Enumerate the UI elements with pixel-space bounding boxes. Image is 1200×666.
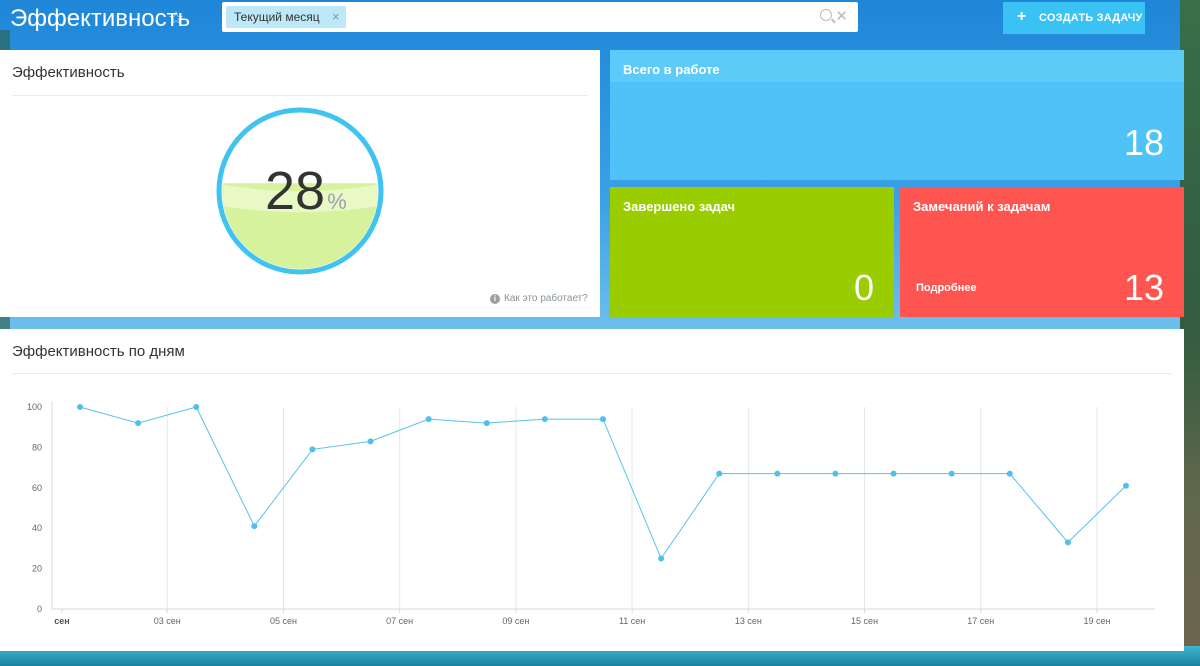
y-tick-label: 0 (37, 604, 42, 614)
tile-done[interactable]: Завершено задач 0 (610, 187, 894, 317)
x-tick-label: 03 сен (154, 616, 181, 626)
daily-efficiency-card: Эффективность по дням 0 20 40 60 80 100 сен 03 … (0, 329, 1184, 651)
data-point (483, 420, 490, 427)
data-point (309, 446, 316, 453)
gauge-percent-sign: % (327, 189, 347, 214)
how-it-works-label: Как это работает? (504, 293, 588, 304)
data-point (367, 438, 374, 445)
data-point (774, 470, 781, 477)
filter-chip[interactable]: Текущий месяц × (226, 6, 346, 28)
data-point (135, 420, 142, 427)
x-tick-label: сен (54, 616, 69, 626)
data-point (1123, 482, 1129, 489)
data-point (890, 470, 897, 477)
x-tick-label: 19 сен (1084, 616, 1111, 626)
y-tick-label: 100 (27, 402, 42, 412)
y-tick-label: 20 (32, 564, 42, 574)
efficiency-card: Эффективность 28 % i Как это работает? (0, 50, 600, 317)
data-point (832, 470, 839, 477)
data-point (193, 404, 200, 410)
create-task-button[interactable]: + Создать задачу (1003, 2, 1145, 34)
data-point (425, 416, 432, 423)
tile-done-title: Завершено задач (623, 199, 736, 214)
page-title: Эффективность (10, 5, 191, 32)
data-point (600, 416, 606, 423)
data-point (948, 470, 955, 477)
filter-search-box[interactable]: Текущий месяц × ✕ (222, 2, 858, 32)
search-icon[interactable] (820, 9, 832, 21)
tile-in-work-title: Всего в работе (623, 62, 720, 77)
clear-icon[interactable]: ✕ (835, 7, 848, 25)
tile-in-work[interactable]: Всего в работе 18 (610, 50, 1184, 180)
x-tick-label: 15 сен (851, 616, 878, 626)
data-point (541, 416, 548, 423)
x-tick-label: 07 сен (386, 616, 413, 626)
data-point (716, 470, 723, 477)
tile-remarks[interactable]: Замечаний к задачам Подробнее 13 (900, 187, 1184, 317)
series-line (79, 406, 1127, 560)
data-point (77, 404, 83, 410)
favorite-star-icon[interactable]: ☆ (168, 8, 184, 29)
data-point (251, 523, 258, 530)
divider (12, 373, 1172, 374)
y-tick-label: 80 (32, 442, 42, 452)
x-tick-label: 11 сен (619, 616, 645, 626)
filter-chip-label: Текущий месяц (234, 10, 320, 24)
daily-card-title: Эффективность по дням (12, 343, 185, 360)
data-point (1064, 539, 1071, 546)
info-icon: i (490, 294, 500, 304)
tile-done-value: 0 (853, 267, 874, 308)
x-tick-label: 13 сен (735, 616, 762, 626)
chip-remove-icon[interactable]: × (332, 6, 340, 28)
divider (12, 95, 588, 96)
x-tick-label: 17 сен (967, 616, 994, 626)
efficiency-gauge: 28 % (216, 107, 384, 275)
plus-icon: + (1017, 8, 1027, 25)
y-tick-label: 60 (32, 483, 42, 493)
top-bar: Эффективность ☆ Текущий месяц × ✕ + Созд… (0, 0, 1200, 40)
x-tick-label: 05 сен (270, 616, 297, 626)
tile-remarks-title: Замечаний к задачам (913, 199, 1051, 214)
create-task-label: Создать задачу (1039, 12, 1143, 24)
tile-remarks-more-link[interactable]: Подробнее (916, 282, 977, 294)
tile-remarks-value: 13 (1123, 267, 1164, 308)
data-point (658, 555, 665, 562)
how-it-works-link[interactable]: i Как это работает? (490, 293, 588, 304)
tile-in-work-value: 18 (1123, 122, 1164, 163)
daily-efficiency-chart: 0 20 40 60 80 100 сен 03 сен 05 сен 07 сен 09 сен 1… (27, 401, 1155, 626)
data-point (1006, 470, 1013, 477)
efficiency-card-title: Эффективность (12, 64, 125, 81)
y-tick-label: 40 (32, 523, 42, 533)
x-tick-label: 09 сен (502, 616, 529, 626)
gauge-percent-value: 28 (265, 161, 325, 221)
